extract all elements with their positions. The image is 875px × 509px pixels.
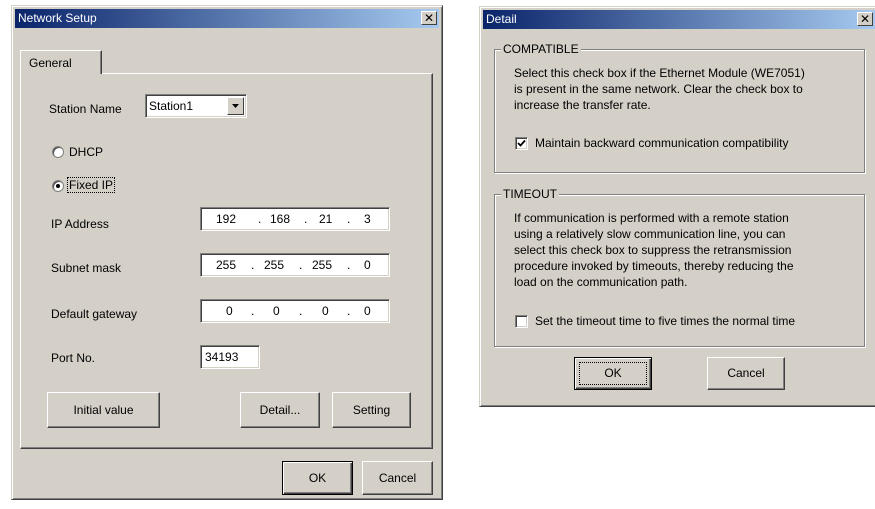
gateway-octet-4: 0 (364, 304, 371, 318)
detail-window: Detail ✕ COMPATIBLE Select this check bo… (479, 6, 875, 407)
station-name-label: Station Name (49, 102, 122, 116)
gateway-dot-3: . (347, 304, 351, 318)
gateway-octet-2: 0 (273, 304, 280, 318)
checkmark-icon (517, 139, 526, 147)
default-gateway-field[interactable]: 0 . 0 . 0 . 0 (200, 299, 390, 323)
gateway-dot-2: . (299, 304, 303, 318)
subnet-dot-3: . (347, 258, 351, 272)
timeout-checkbox[interactable] (515, 315, 528, 328)
fixed-ip-label: Fixed IP (67, 177, 116, 193)
timeout-line-5: load on the communication path. (514, 275, 688, 289)
subnet-dot-2: . (299, 258, 303, 272)
subnet-octet-4: 0 (364, 258, 371, 272)
detail-button[interactable]: Detail... (240, 392, 320, 428)
timeout-line-4: procedure invoked by timeouts, thereby r… (514, 259, 794, 273)
compatibility-checkbox-label: Maintain backward communication compatib… (535, 136, 789, 150)
ip-dot-3: . (347, 212, 351, 226)
network-setup-titlebar[interactable]: Network Setup ✕ (15, 9, 439, 28)
ok-button[interactable]: OK (282, 461, 353, 495)
detail-button-label: Detail... (259, 403, 301, 417)
dropdown-button[interactable] (227, 97, 244, 115)
subnet-mask-field[interactable]: 255 . 255 . 255 . 0 (200, 253, 390, 277)
timeout-description: If communication is performed with a rem… (514, 210, 794, 290)
compatible-line-2: is present in the same network. Clear th… (514, 82, 803, 96)
cancel-button[interactable]: Cancel (362, 461, 433, 495)
timeout-line-2: using a relatively slow communication li… (514, 227, 786, 241)
detail-ok-label: OK (604, 366, 622, 380)
ip-octet-3: 21 (319, 212, 333, 226)
network-setup-window: Network Setup ✕ General Station Name Sta… (11, 5, 443, 500)
radio-selected-dot (56, 184, 60, 188)
gateway-octet-1: 0 (226, 304, 233, 318)
ip-dot-1: . (258, 212, 262, 226)
compatible-description: Select this check box if the Ethernet Mo… (514, 65, 805, 113)
station-name-select[interactable]: Station1 (145, 94, 247, 118)
port-input[interactable]: 34193 (200, 345, 260, 369)
dhcp-radio[interactable] (52, 146, 64, 158)
compatible-group: COMPATIBLE Select this check box if the … (494, 42, 865, 173)
station-name-value: Station1 (149, 99, 194, 113)
timeout-checkbox-label: Set the timeout time to five times the n… (535, 314, 796, 328)
gateway-dot-1: . (251, 304, 255, 318)
detail-titlebar[interactable]: Detail ✕ (483, 10, 875, 29)
tab-general[interactable]: General (20, 50, 102, 74)
ip-address-label: IP Address (51, 217, 109, 231)
ok-button-label: OK (308, 471, 327, 485)
detail-cancel-label: Cancel (727, 366, 765, 380)
ip-octet-4: 3 (364, 212, 371, 226)
close-icon[interactable]: ✕ (857, 12, 873, 26)
timeout-line-1: If communication is performed with a rem… (514, 211, 789, 225)
port-value: 34193 (205, 350, 239, 364)
ip-octet-1: 192 (216, 212, 237, 226)
subnet-mask-label: Subnet mask (51, 261, 122, 275)
compatible-group-title: COMPATIBLE (501, 42, 581, 56)
timeout-group-title: TIMEOUT (501, 187, 559, 201)
detail-title: Detail (486, 12, 517, 26)
subnet-dot-1: . (251, 258, 255, 272)
compatibility-checkbox[interactable] (515, 137, 528, 150)
detail-ok-button[interactable]: OK (574, 357, 652, 390)
timeout-group: TIMEOUT If communication is performed wi… (494, 187, 865, 347)
initial-value-label: Initial value (73, 403, 134, 417)
ip-dot-2: . (304, 212, 308, 226)
subnet-octet-3: 255 (312, 258, 333, 272)
initial-value-button[interactable]: Initial value (47, 392, 160, 428)
compatible-line-3: increase the transfer rate. (514, 98, 651, 112)
tab-general-label: General (29, 56, 72, 70)
default-gateway-label: Default gateway (51, 307, 138, 321)
subnet-octet-2: 255 (264, 258, 285, 272)
subnet-octet-1: 255 (216, 258, 237, 272)
network-setup-title: Network Setup (18, 11, 97, 25)
ip-octet-2: 168 (270, 212, 291, 226)
dhcp-label: DHCP (69, 145, 104, 159)
setting-button[interactable]: Setting (332, 392, 411, 428)
compatible-line-1: Select this check box if the Ethernet Mo… (514, 66, 805, 80)
fixed-ip-radio[interactable] (52, 180, 64, 192)
chevron-down-icon (232, 104, 239, 108)
timeout-line-3: select this check box to suppress the re… (514, 243, 792, 257)
ip-address-field[interactable]: 192 . 168 . 21 . 3 (200, 207, 390, 231)
close-icon[interactable]: ✕ (421, 11, 437, 25)
gateway-octet-3: 0 (322, 304, 329, 318)
port-label: Port No. (51, 351, 96, 365)
detail-cancel-button[interactable]: Cancel (707, 357, 785, 390)
cancel-button-label: Cancel (378, 471, 417, 485)
setting-button-label: Setting (352, 403, 391, 417)
